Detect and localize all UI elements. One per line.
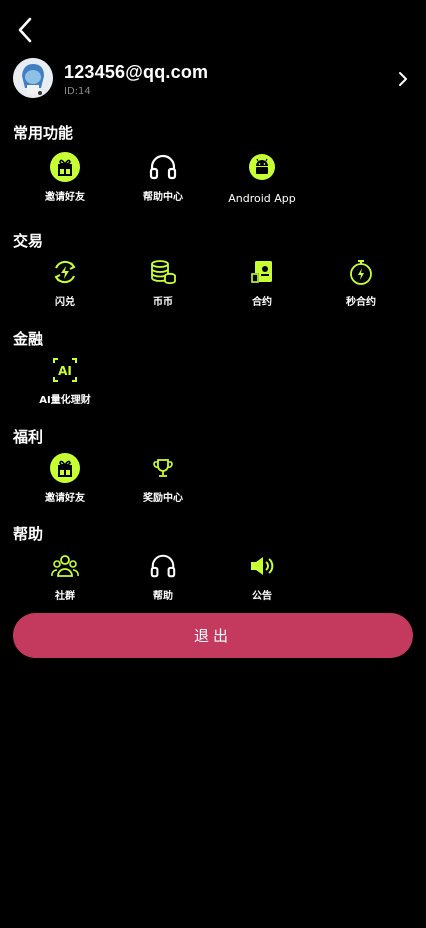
trade-second-contract[interactable]: 秒合约 bbox=[311, 255, 411, 308]
welfare-rewards-center-label: 奖励中心 bbox=[143, 493, 183, 504]
ai-chip-icon: AI bbox=[53, 358, 77, 382]
contract-icon bbox=[251, 261, 272, 283]
stopwatch-icon bbox=[350, 260, 372, 285]
community-icon bbox=[51, 555, 79, 577]
profile-id: ID:14 bbox=[64, 86, 91, 97]
common-help-center-label: 帮助中心 bbox=[143, 192, 183, 203]
common-invite-friends-label: 邀请好友 bbox=[45, 192, 85, 203]
section-title-common: 常用功能 bbox=[13, 124, 74, 142]
welfare-rewards-center[interactable]: 奖励中心 bbox=[113, 451, 213, 504]
section-title-help: 帮助 bbox=[13, 525, 44, 543]
finance-ai-quant-label: AI量化理财 bbox=[39, 395, 91, 406]
trade-spot[interactable]: 币币 bbox=[113, 255, 213, 308]
profile-row[interactable]: 123456@qq.com ID:14 bbox=[0, 56, 426, 104]
help-help[interactable]: 帮助 bbox=[113, 549, 213, 602]
common-invite-friends[interactable]: 邀请好友 bbox=[15, 150, 115, 203]
help-community[interactable]: 社群 bbox=[15, 549, 115, 602]
android-icon bbox=[249, 154, 275, 180]
trophy-icon bbox=[153, 459, 173, 477]
headphones-icon bbox=[149, 154, 177, 180]
section-title-trade: 交易 bbox=[13, 232, 44, 250]
coins-stack-icon bbox=[151, 260, 176, 285]
help-community-label: 社群 bbox=[55, 591, 75, 602]
profile-email: 123456@qq.com bbox=[64, 62, 209, 82]
section-title-welfare: 福利 bbox=[13, 428, 44, 446]
trade-spot-label: 币币 bbox=[153, 297, 173, 308]
trade-second-contract-label: 秒合约 bbox=[346, 297, 376, 308]
back-button[interactable] bbox=[10, 14, 40, 46]
speaker-icon bbox=[251, 557, 274, 575]
help-announcement[interactable]: 公告 bbox=[212, 549, 312, 602]
headphones-icon bbox=[150, 554, 176, 578]
trade-flash-swap[interactable]: 闪兑 bbox=[15, 255, 115, 308]
avatar bbox=[13, 58, 53, 98]
common-help-center[interactable]: 帮助中心 bbox=[113, 150, 213, 203]
help-announcement-label: 公告 bbox=[252, 591, 272, 602]
gift-icon bbox=[50, 453, 80, 483]
chevron-right-icon bbox=[399, 72, 407, 86]
welfare-invite-friends-label: 邀请好友 bbox=[45, 493, 85, 504]
welfare-invite-friends[interactable]: 邀请好友 bbox=[15, 451, 115, 504]
chevron-left-icon bbox=[18, 17, 32, 43]
common-android-app[interactable]: Android App bbox=[212, 150, 312, 205]
help-help-label: 帮助 bbox=[153, 591, 173, 602]
finance-ai-quant[interactable]: AI AI量化理财 bbox=[15, 353, 115, 406]
trade-contract-label: 合约 bbox=[252, 297, 272, 308]
section-title-finance: 金融 bbox=[13, 330, 44, 348]
trade-flash-swap-label: 闪兑 bbox=[55, 297, 75, 308]
common-android-app-label: Android App bbox=[228, 192, 296, 205]
gift-icon bbox=[50, 152, 80, 182]
trade-contract[interactable]: 合约 bbox=[212, 255, 312, 308]
flash-swap-icon bbox=[54, 260, 76, 284]
svg-text:AI: AI bbox=[58, 364, 72, 378]
logout-button[interactable]: 退出 bbox=[13, 613, 413, 658]
